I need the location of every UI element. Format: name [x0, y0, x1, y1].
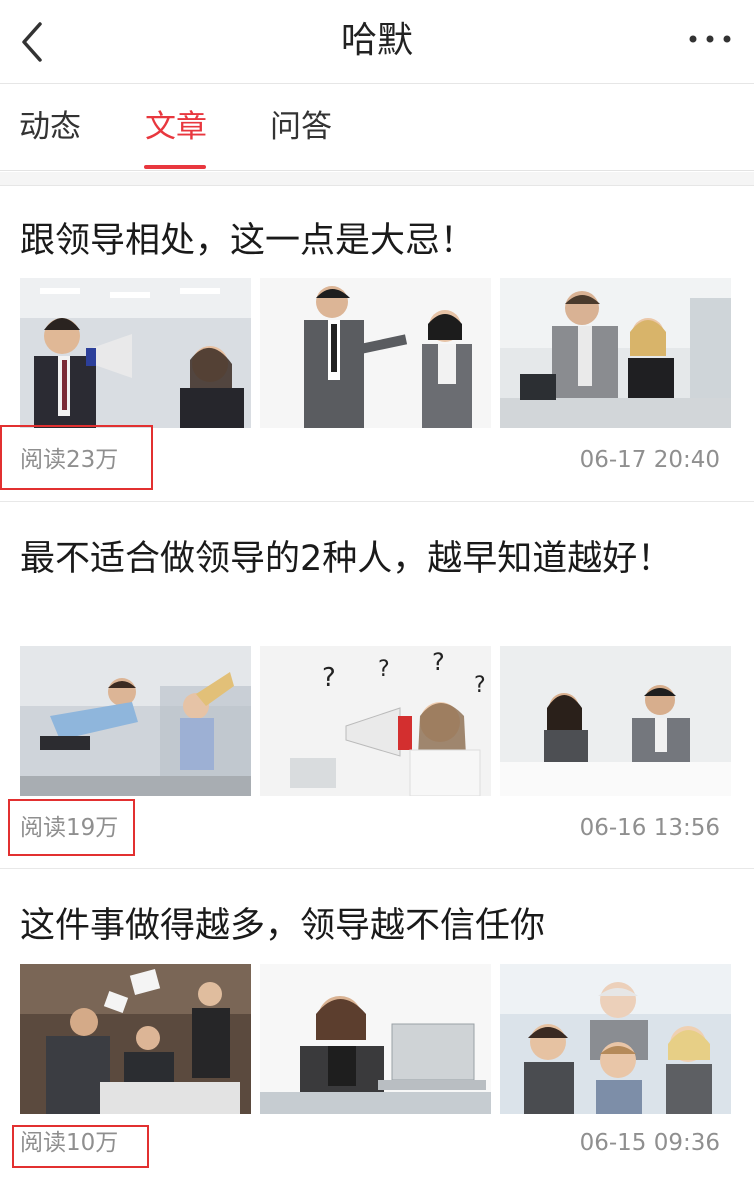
- thumbnail-row: [20, 278, 732, 428]
- publish-time: 06-16 13:56: [579, 815, 720, 841]
- tab-dynamics[interactable]: 动态: [19, 107, 81, 147]
- active-tab-indicator: [144, 165, 206, 169]
- thumbnail-image[interactable]: [500, 278, 731, 428]
- page-title: 哈默: [340, 20, 413, 61]
- highlight-box: [12, 1125, 149, 1168]
- svg-text:?: ?: [474, 673, 486, 698]
- thumbnail-row: [20, 964, 732, 1114]
- svg-text:?: ?: [322, 663, 336, 693]
- tab-articles[interactable]: 文章: [145, 107, 207, 147]
- thumbnail-image[interactable]: ? ? ? ?: [260, 646, 491, 796]
- tab-bar: 动态 文章 问答: [0, 85, 754, 171]
- publish-time: 06-17 20:40: [579, 447, 720, 473]
- thumbnail-image[interactable]: [20, 964, 251, 1114]
- svg-text:?: ?: [432, 648, 445, 676]
- article-title[interactable]: 跟领导相处，这一点是大忌！: [20, 215, 720, 267]
- thumbnail-image[interactable]: [20, 646, 251, 796]
- publish-time: 06-15 09:36: [579, 1130, 720, 1156]
- thumbnail-image[interactable]: [260, 964, 491, 1114]
- tab-qa[interactable]: 问答: [270, 107, 332, 147]
- thumbnail-row: ? ? ? ?: [20, 646, 732, 796]
- more-horizontal-icon: [689, 35, 731, 43]
- article-title[interactable]: 最不适合做领导的2种人，越早知道越好！: [20, 533, 720, 585]
- highlight-box: [0, 425, 153, 490]
- thumbnail-image[interactable]: [500, 964, 731, 1114]
- article-title[interactable]: 这件事做得越多，领导越不信任你: [20, 900, 720, 952]
- more-button[interactable]: [686, 24, 734, 54]
- navigation-bar: 哈默: [0, 0, 754, 84]
- thumbnail-image[interactable]: [500, 646, 731, 796]
- thumbnail-image[interactable]: [20, 278, 251, 428]
- svg-text:?: ?: [378, 657, 390, 682]
- thumbnail-image[interactable]: [260, 278, 491, 428]
- section-divider: [0, 172, 754, 186]
- highlight-box: [8, 799, 135, 856]
